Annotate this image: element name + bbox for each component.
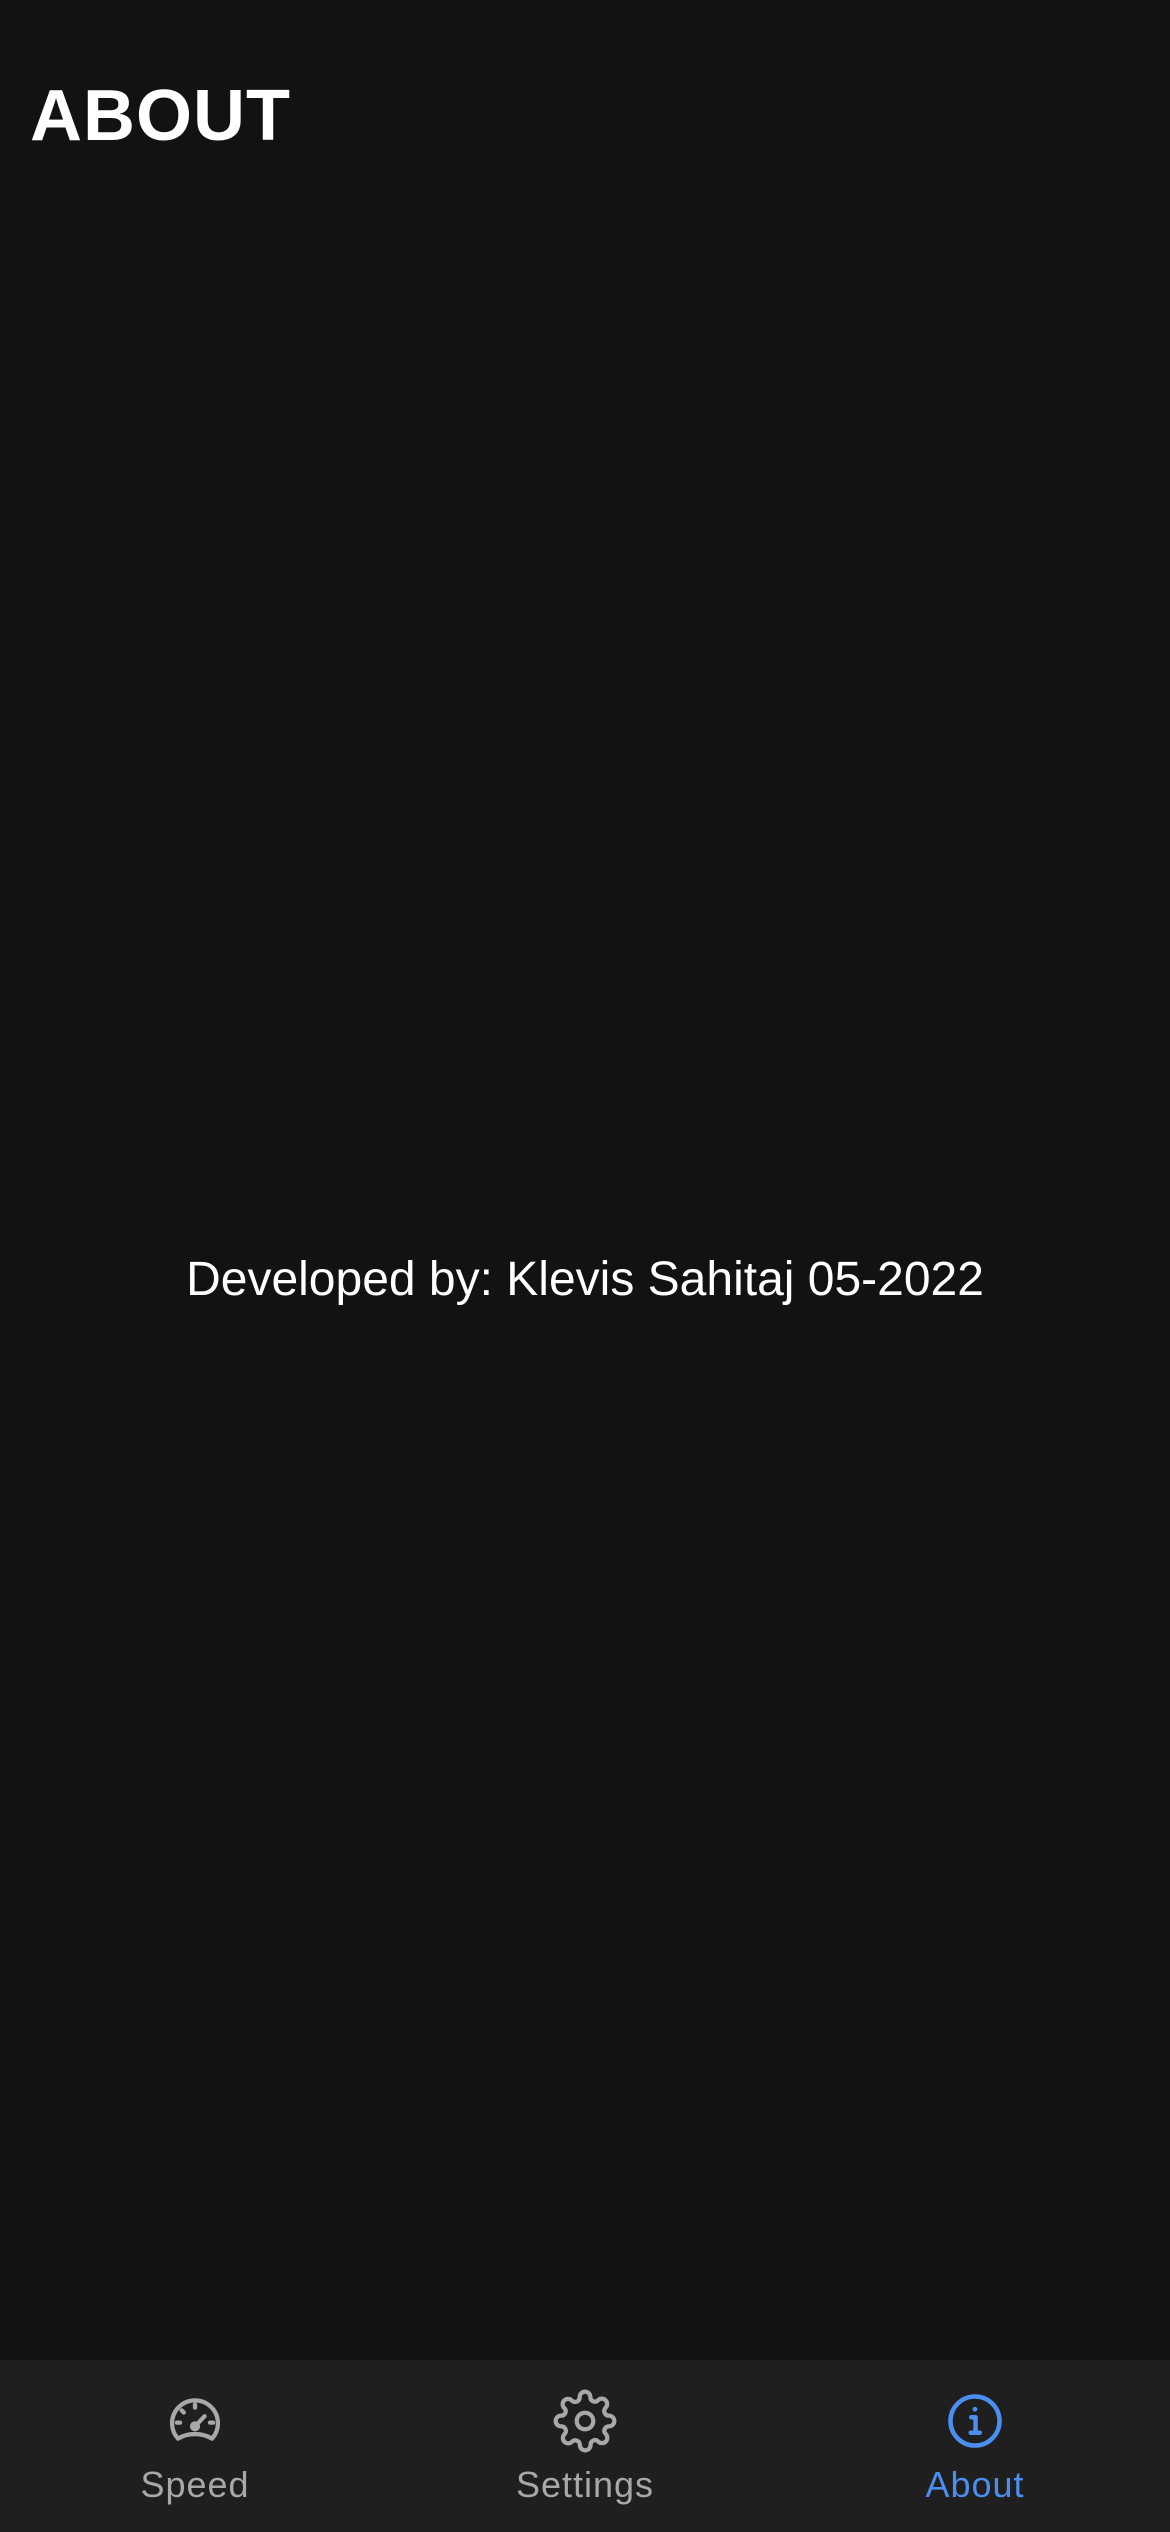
gear-icon bbox=[553, 2389, 617, 2453]
bottom-navigation: Speed Settings About bbox=[0, 2360, 1170, 2532]
nav-item-settings[interactable]: Settings bbox=[405, 2360, 765, 2532]
developer-credit: Developed by: Klevis Sahitaj 05-2022 bbox=[186, 1253, 984, 1306]
nav-label-settings: Settings bbox=[515, 2464, 655, 2505]
speedometer-icon bbox=[169, 2398, 221, 2441]
about-screen: ABOUT Developed by: Klevis Sahitaj 05-20… bbox=[0, 0, 1170, 2532]
info-icon bbox=[948, 2394, 1002, 2448]
nav-item-about[interactable]: About bbox=[795, 2360, 1155, 2532]
nav-label-speed: Speed bbox=[140, 2464, 250, 2505]
nav-label-about: About bbox=[925, 2464, 1025, 2505]
nav-item-speed[interactable]: Speed bbox=[15, 2360, 375, 2532]
page-title: ABOUT bbox=[30, 76, 291, 156]
about-content: Developed by: Klevis Sahitaj 05-2022 bbox=[0, 200, 1170, 2360]
